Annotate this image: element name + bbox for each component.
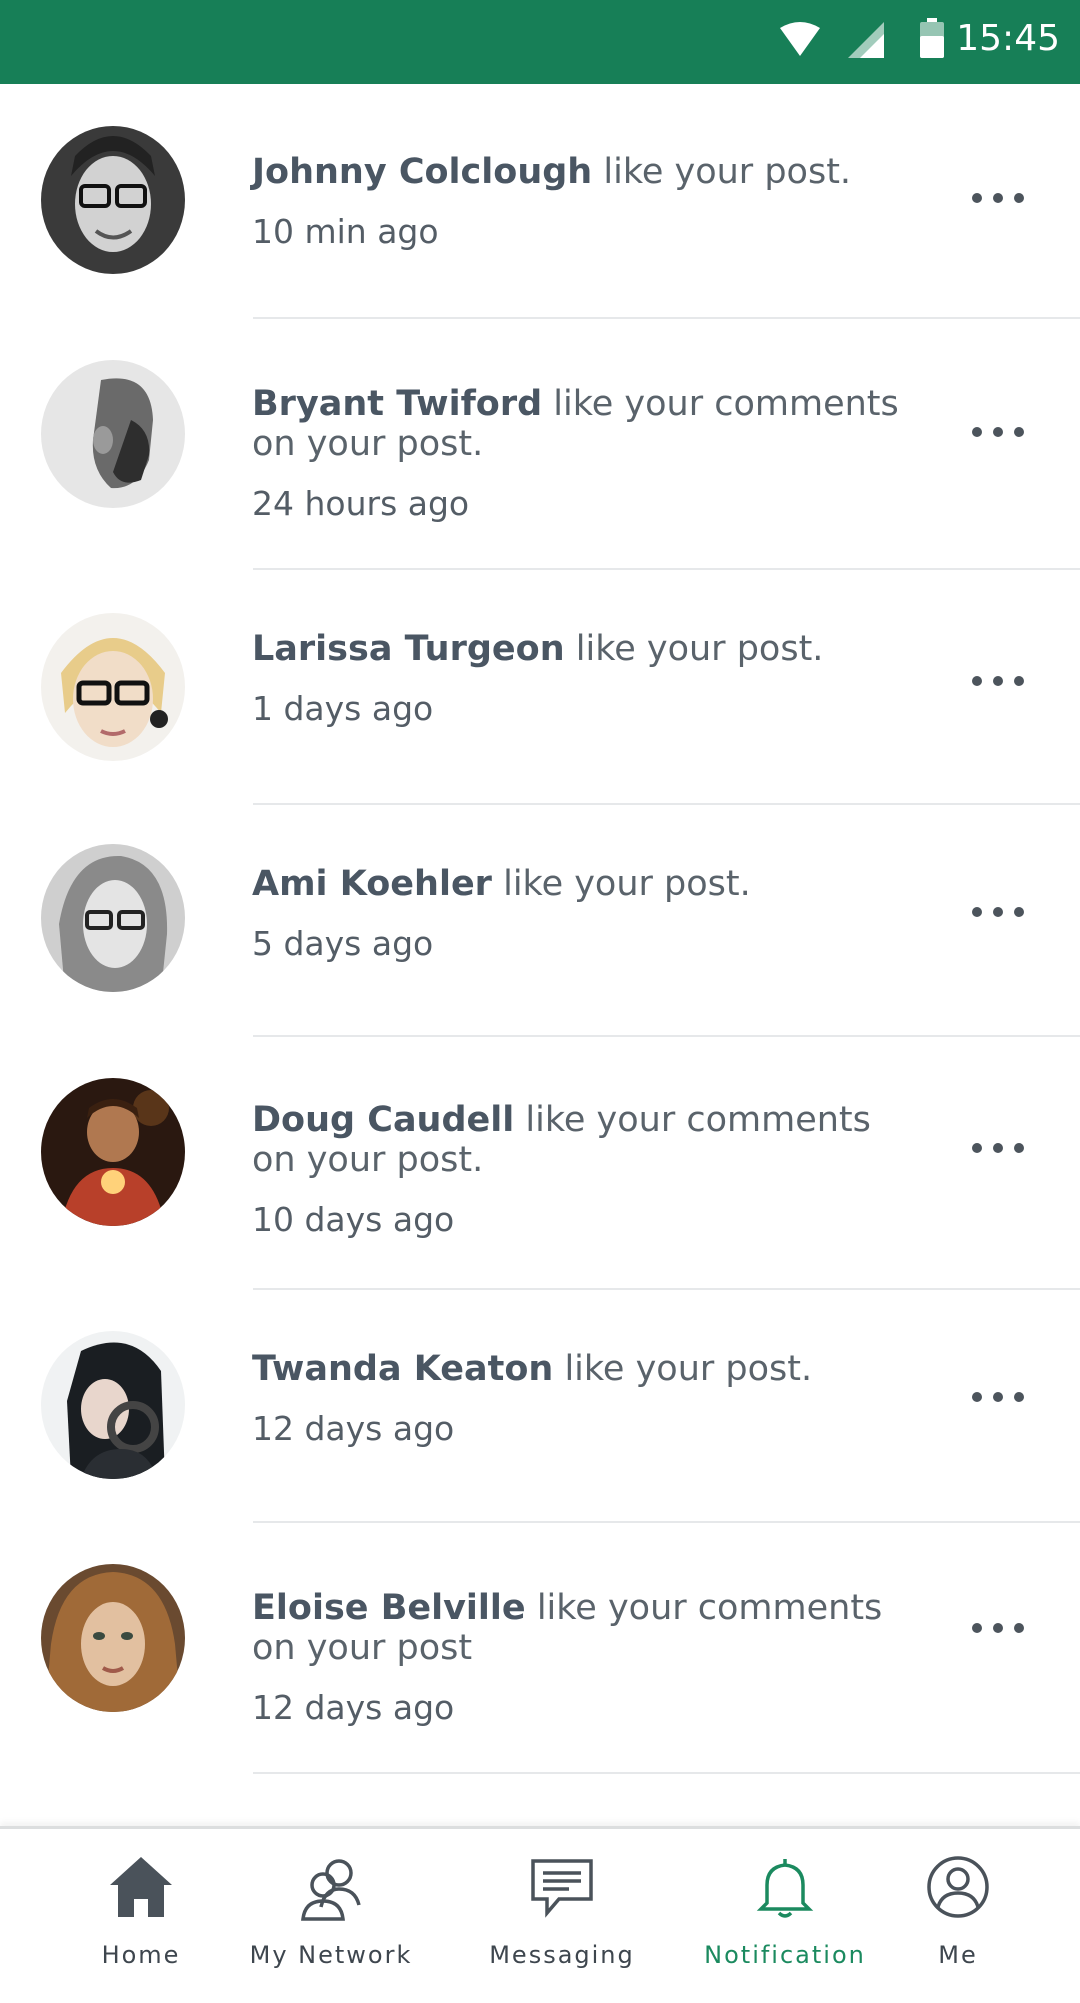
user-name[interactable]: Bryant Twiford (252, 384, 542, 424)
more-options-icon[interactable] (972, 892, 1024, 932)
notification-text: like your post. (503, 864, 751, 904)
timestamp: 5 days ago (252, 924, 434, 963)
more-options-icon[interactable] (972, 178, 1024, 218)
tab-label: Me (938, 1941, 978, 1969)
home-icon (108, 1855, 174, 1923)
bottom-nav: Home My Network Messaging Notification M… (0, 1826, 1080, 2003)
tab-label: Notification (704, 1941, 866, 1969)
divider (253, 568, 1080, 570)
avatar[interactable] (41, 126, 185, 274)
timestamp: 24 hours ago (252, 484, 470, 523)
avatar[interactable] (41, 1078, 185, 1226)
user-name[interactable]: Twanda Keaton (252, 1349, 553, 1389)
tab-label: My Network (249, 1941, 413, 1969)
divider (253, 803, 1080, 805)
avatar[interactable] (41, 1331, 185, 1479)
more-options-icon[interactable] (972, 1128, 1024, 1168)
tab-me[interactable]: Me (906, 1829, 1010, 2003)
notification-text: like your post. (575, 629, 824, 669)
message-icon (529, 1855, 595, 1923)
timestamp: 10 days ago (252, 1200, 455, 1239)
user-name[interactable]: Eloise Belville (252, 1588, 526, 1628)
bell-icon (755, 1855, 815, 1925)
people-icon (297, 1855, 365, 1925)
divider (253, 1772, 1080, 1774)
timestamp: 1 days ago (252, 689, 434, 728)
avatar[interactable] (41, 360, 185, 508)
more-options-icon[interactable] (972, 1608, 1024, 1648)
cell-signal-icon (848, 22, 884, 62)
timestamp: 10 min ago (252, 212, 439, 251)
avatar[interactable] (41, 1564, 185, 1712)
divider (253, 317, 1080, 319)
tab-home[interactable]: Home (60, 1829, 222, 2003)
divider (253, 1035, 1080, 1037)
avatar[interactable] (41, 613, 185, 761)
tab-my-network[interactable]: My Network (238, 1829, 424, 2003)
tab-label: Home (101, 1941, 181, 1969)
divider (253, 1288, 1080, 1290)
tab-label: Messaging (489, 1941, 635, 1969)
tab-messaging[interactable]: Messaging (478, 1829, 646, 2003)
user-name[interactable]: Johnny Colclough (252, 152, 592, 192)
avatar[interactable] (41, 844, 185, 992)
timestamp: 12 days ago (252, 1409, 455, 1448)
profile-icon (926, 1855, 990, 1923)
more-options-icon[interactable] (972, 1377, 1024, 1417)
notification-text: like your post. (603, 152, 852, 192)
timestamp: 12 days ago (252, 1688, 455, 1727)
more-options-icon[interactable] (972, 661, 1024, 701)
status-time: 15:45 (956, 18, 1060, 59)
user-name[interactable]: Ami Koehler (252, 864, 492, 904)
status-bar: 15:45 (0, 0, 1080, 84)
more-options-icon[interactable] (972, 412, 1024, 452)
battery-icon (920, 18, 944, 62)
notification-text: like your post. (564, 1349, 813, 1389)
user-name[interactable]: Larissa Turgeon (252, 629, 565, 669)
tab-notification[interactable]: Notification (696, 1829, 874, 2003)
divider (253, 1521, 1080, 1523)
wifi-icon (780, 22, 820, 62)
user-name[interactable]: Doug Caudell (252, 1100, 514, 1140)
